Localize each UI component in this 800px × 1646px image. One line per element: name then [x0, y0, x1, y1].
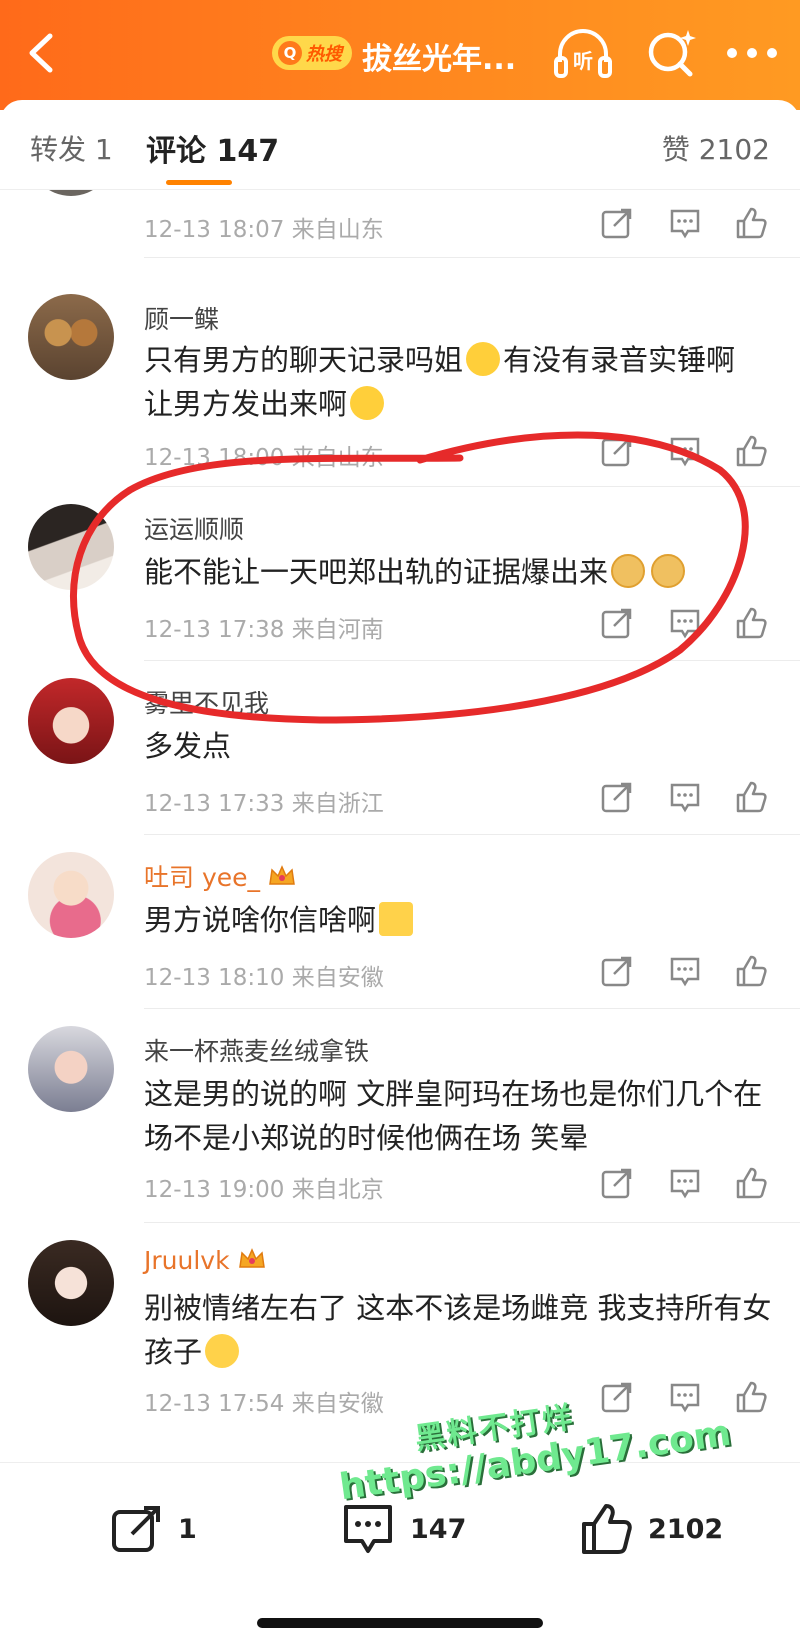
comment-meta: 12-13 18:10 来自安徽 — [144, 965, 384, 991]
avatar[interactable] — [28, 678, 114, 764]
comment-text: 别被情绪左右了 这本不该是场雌竞 我支持所有女孩子 — [144, 1291, 772, 1369]
repost-count: 1 — [178, 1513, 197, 1545]
page-title[interactable]: 拔丝光年... — [362, 34, 516, 78]
divider — [144, 1222, 800, 1223]
avatar[interactable] — [28, 1240, 114, 1326]
comment-list: 12-13 18:07 来自山东 顾一鲽 只有男方的聊天记录吗姐 有没有录音实锤啊… — [0, 190, 800, 1460]
comment-text: 这是男的说的啊 文胖皇阿玛在场也是你们几个在场不是小郑说的时候他俩在场 笑晕 — [144, 1077, 763, 1155]
tab-comment[interactable]: 评论 147 — [146, 126, 279, 170]
comment-meta: 12-13 18:00 来自山东 — [144, 445, 384, 471]
share-icon[interactable] — [600, 434, 634, 468]
home-indicator[interactable] — [257, 1618, 543, 1628]
hot-search-icon: Q — [278, 41, 302, 65]
comment-meta: 12-13 18:07 来自山东 — [144, 217, 384, 243]
comment-count: 147 — [410, 1513, 467, 1545]
like-icon[interactable] — [734, 206, 768, 240]
divider — [144, 1008, 800, 1009]
avatar[interactable] — [28, 504, 114, 590]
reply-icon[interactable] — [668, 780, 702, 814]
share-icon[interactable] — [600, 1380, 634, 1414]
avatar[interactable] — [28, 190, 114, 196]
divider — [144, 486, 800, 487]
like-icon[interactable] — [734, 954, 768, 988]
like-icon[interactable] — [734, 780, 768, 814]
repost-icon — [112, 1506, 160, 1552]
listen-headphones-icon[interactable]: 听 — [552, 26, 614, 82]
comment-meta: 12-13 17:38 来自河南 — [144, 617, 384, 643]
repost-button[interactable]: 1 — [110, 1499, 197, 1559]
like-count: 2102 — [648, 1513, 724, 1545]
comment-author[interactable]: 吐司 yee_ — [144, 858, 296, 894]
comment-author[interactable]: 顾一鲽 — [144, 300, 219, 336]
like-icon[interactable] — [734, 1380, 768, 1414]
comment-author[interactable]: 运运顺顺 — [144, 510, 244, 546]
hot-search-label: 热搜 — [306, 44, 342, 65]
like-thumb-icon — [582, 1504, 632, 1554]
reply-icon[interactable] — [668, 606, 702, 640]
comment-actions — [578, 434, 778, 474]
divider — [144, 834, 800, 835]
comment-actions — [578, 206, 778, 246]
comment-author[interactable]: 雾里不见我 — [144, 684, 269, 720]
search-icon[interactable] — [644, 26, 700, 82]
tab-like[interactable]: 赞 2102 — [662, 128, 770, 168]
share-icon[interactable] — [600, 1166, 634, 1200]
doge-emoji-icon — [651, 554, 686, 588]
lazy-emoji-icon — [379, 902, 414, 936]
reply-icon[interactable] — [668, 434, 702, 468]
comment-meta: 12-13 17:54 来自安徽 — [144, 1391, 384, 1417]
comment-actions — [578, 1166, 778, 1206]
active-tab-indicator — [166, 180, 232, 185]
comment-actions — [578, 954, 778, 994]
comment-text: 能不能让一天吧郑出轨的证据爆出来 — [144, 550, 776, 594]
smile-emoji-icon — [350, 386, 385, 420]
comment-text: 男方说啥你信啥啊 — [144, 898, 776, 942]
comment-author[interactable]: 来一杯燕麦丝绒拿铁 — [144, 1032, 369, 1068]
reply-icon[interactable] — [668, 206, 702, 240]
like-icon[interactable] — [734, 1166, 768, 1200]
comment-text — [144, 190, 776, 194]
comment-icon — [344, 1505, 392, 1553]
vip-crown-icon — [238, 1248, 265, 1268]
share-icon[interactable] — [600, 780, 634, 814]
vip-crown-icon — [269, 865, 295, 885]
share-icon[interactable] — [600, 206, 634, 240]
like-icon[interactable] — [734, 434, 768, 468]
comment-author[interactable]: Jruulvk — [144, 1246, 266, 1275]
crying-emoji-icon — [205, 1334, 240, 1368]
comment-text: 多发点 — [144, 729, 232, 763]
doge-emoji-icon — [611, 554, 646, 588]
avatar[interactable] — [28, 852, 114, 938]
comment-meta: 12-13 17:33 来自浙江 — [144, 791, 384, 817]
tab-repost[interactable]: 转发 1 — [30, 128, 113, 168]
reply-icon[interactable] — [668, 1166, 702, 1200]
smile-emoji-icon — [466, 342, 501, 376]
reply-icon[interactable] — [668, 954, 702, 988]
divider — [144, 257, 800, 258]
comment-button[interactable]: 147 — [340, 1499, 466, 1559]
hot-search-badge[interactable]: Q 热搜 — [272, 36, 352, 70]
comment-actions — [578, 606, 778, 646]
comment-actions — [578, 780, 778, 820]
comment-text: 只有男方的聊天记录吗姐 有没有录音实锤啊 让男方发出来啊 — [144, 342, 736, 421]
comment-actions — [578, 1380, 778, 1420]
comment-meta: 12-13 19:00 来自北京 — [144, 1177, 384, 1203]
avatar[interactable] — [28, 294, 114, 380]
back-arrow-icon[interactable] — [22, 28, 62, 78]
top-bar: Q 热搜 拔丝光年... 听 — [0, 0, 800, 110]
more-options-icon[interactable] — [722, 30, 782, 76]
reply-icon[interactable] — [668, 1380, 702, 1414]
like-button[interactable]: 2102 — [580, 1499, 723, 1559]
share-icon[interactable] — [600, 606, 634, 640]
share-icon[interactable] — [600, 954, 634, 988]
avatar[interactable] — [28, 1026, 114, 1112]
svg-text:听: 听 — [573, 49, 593, 73]
divider — [144, 660, 800, 661]
tab-bar: 转发 1 评论 147 赞 2102 — [0, 100, 800, 190]
like-icon[interactable] — [734, 606, 768, 640]
